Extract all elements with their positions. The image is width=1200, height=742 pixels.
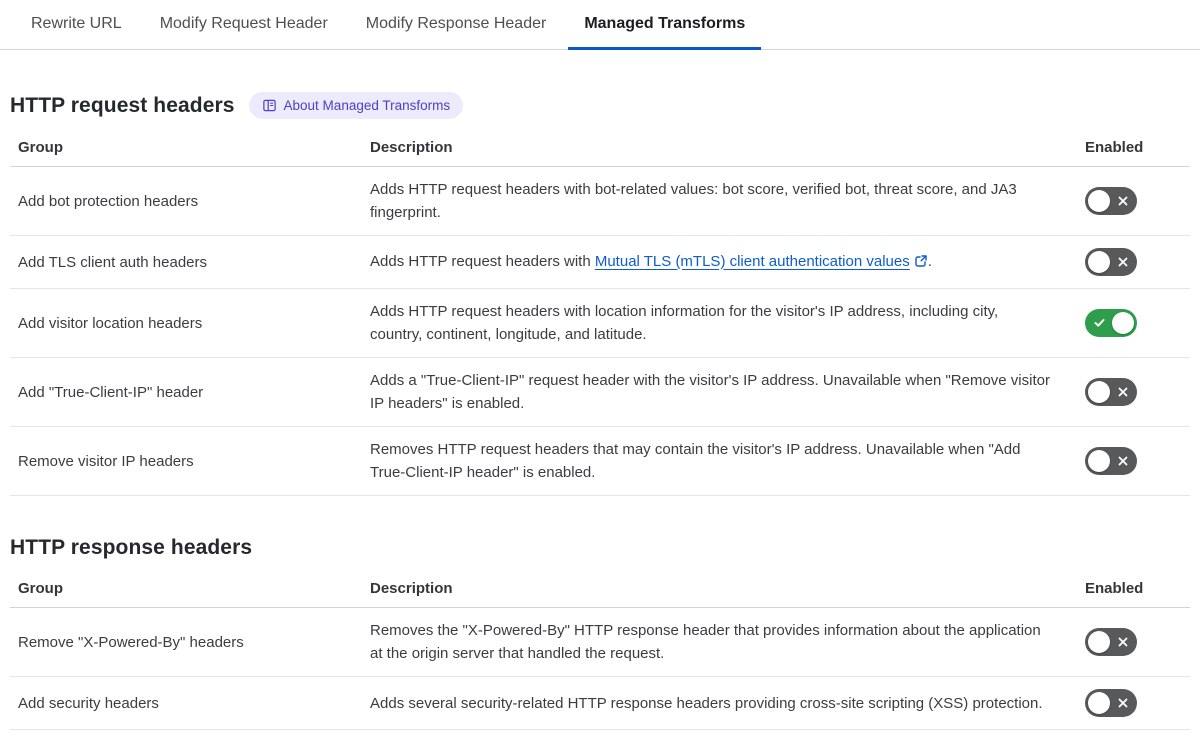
table-row: Add bot protection headers Adds HTTP req… xyxy=(10,166,1190,236)
column-header-enabled: Enabled xyxy=(1085,576,1190,608)
external-link-icon[interactable] xyxy=(914,252,928,275)
toggle-remove-x-powered-by-headers[interactable] xyxy=(1085,628,1137,656)
open-book-icon xyxy=(262,98,277,113)
toggle-knob xyxy=(1088,450,1110,472)
toggle-knob xyxy=(1088,631,1110,653)
group-cell: Add security headers xyxy=(10,676,370,730)
table-row: Add TLS client auth headers Adds HTTP re… xyxy=(10,235,1190,289)
toggle-knob xyxy=(1088,381,1110,403)
x-icon xyxy=(1118,637,1128,647)
toggle-add-bot-protection-headers[interactable] xyxy=(1085,187,1137,215)
tab-rewrite-url[interactable]: Rewrite URL xyxy=(15,0,138,50)
description-cell: Adds several security-related HTTP respo… xyxy=(370,676,1085,730)
toggle-knob xyxy=(1088,251,1110,273)
table-header-row: Group Description Enabled xyxy=(10,576,1190,608)
x-icon xyxy=(1118,698,1128,708)
x-icon xyxy=(1118,456,1128,466)
toggle-knob xyxy=(1112,312,1134,334)
toggle-knob xyxy=(1088,190,1110,212)
column-header-enabled: Enabled xyxy=(1085,135,1190,167)
table-row: Remove visitor IP headers Removes HTTP r… xyxy=(10,426,1190,496)
group-cell: Remove "X-Powered-By" headers xyxy=(10,607,370,677)
group-cell: Add "True-Client-IP" header xyxy=(10,357,370,427)
group-cell: Add visitor location headers xyxy=(10,288,370,358)
response-headers-table: Group Description Enabled Remove "X-Powe… xyxy=(10,576,1190,730)
toggle-add-visitor-location-headers[interactable] xyxy=(1085,309,1137,337)
column-header-group: Group xyxy=(10,576,370,608)
tab-managed-transforms[interactable]: Managed Transforms xyxy=(568,0,762,50)
description-cell: Removes HTTP request headers that may co… xyxy=(370,426,1085,496)
table-row: Add security headers Adds several securi… xyxy=(10,676,1190,730)
description-cell: Adds a "True-Client-IP" request header w… xyxy=(370,357,1085,427)
x-icon xyxy=(1118,257,1128,267)
group-cell: Add bot protection headers xyxy=(10,166,370,236)
table-header-row: Group Description Enabled xyxy=(10,135,1190,167)
about-managed-transforms-label: About Managed Transforms xyxy=(283,98,451,113)
tab-modify-response-header[interactable]: Modify Response Header xyxy=(350,0,563,50)
description-cell: Removes the "X-Powered-By" HTTP response… xyxy=(370,607,1085,677)
table-row: Add "True-Client-IP" header Adds a "True… xyxy=(10,357,1190,427)
description-cell: Adds HTTP request headers with bot-relat… xyxy=(370,166,1085,236)
toggle-add-security-headers[interactable] xyxy=(1085,689,1137,717)
transform-rules-tabbar: Rewrite URL Modify Request Header Modify… xyxy=(0,0,1200,50)
table-row: Remove "X-Powered-By" headers Removes th… xyxy=(10,607,1190,677)
toggle-add-tls-client-auth-headers[interactable] xyxy=(1085,248,1137,276)
x-icon xyxy=(1118,387,1128,397)
request-headers-title: HTTP request headers xyxy=(10,93,235,117)
about-managed-transforms-link[interactable]: About Managed Transforms xyxy=(248,92,464,119)
mtls-docs-link[interactable]: Mutual TLS (mTLS) client authentication … xyxy=(595,253,910,270)
description-cell: Adds HTTP request headers with location … xyxy=(370,288,1085,358)
check-icon xyxy=(1094,318,1105,329)
tab-modify-request-header[interactable]: Modify Request Header xyxy=(144,0,344,50)
group-cell: Remove visitor IP headers xyxy=(10,426,370,496)
group-cell: Add TLS client auth headers xyxy=(10,235,370,289)
table-row: Add visitor location headers Adds HTTP r… xyxy=(10,288,1190,358)
toggle-remove-visitor-ip-headers[interactable] xyxy=(1085,447,1137,475)
toggle-knob xyxy=(1088,692,1110,714)
toggle-add-true-client-ip-header[interactable] xyxy=(1085,378,1137,406)
column-header-description: Description xyxy=(370,135,1085,167)
response-headers-title: HTTP response headers xyxy=(10,536,253,559)
column-header-description: Description xyxy=(370,576,1085,608)
request-headers-section-head: HTTP request headers About Managed Trans… xyxy=(10,92,1190,119)
request-headers-table: Group Description Enabled Add bot protec… xyxy=(10,135,1190,496)
column-header-group: Group xyxy=(10,135,370,167)
x-icon xyxy=(1118,196,1128,206)
response-headers-section-head: HTTP response headers xyxy=(10,536,1190,560)
description-cell: Adds HTTP request headers with Mutual TL… xyxy=(370,235,1085,289)
